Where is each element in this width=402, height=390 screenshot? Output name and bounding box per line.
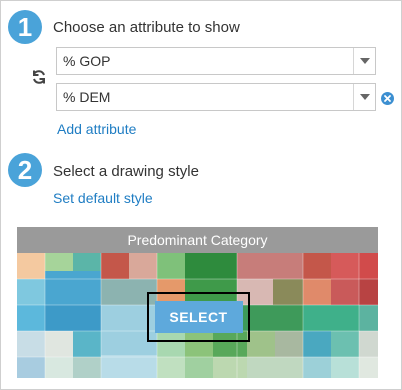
attribute-select-1-value: % GOP: [63, 53, 111, 69]
add-attribute-link[interactable]: Add attribute: [57, 121, 136, 137]
chevron-down-icon: [353, 84, 375, 110]
set-default-style-link[interactable]: Set default style: [53, 190, 153, 206]
attribute-select-2[interactable]: % DEM: [56, 83, 376, 111]
select-button-highlight: SELECT: [147, 292, 250, 342]
refresh-icon[interactable]: [30, 68, 48, 86]
step-1-title: Choose an attribute to show: [53, 19, 240, 36]
close-circle-icon[interactable]: [380, 91, 394, 105]
style-card-title: Predominant Category: [127, 232, 268, 248]
step-1-badge: 1: [8, 10, 42, 44]
select-style-button[interactable]: SELECT: [154, 301, 243, 333]
step-2-number: 2: [17, 155, 33, 185]
attribute-select-2-value: % DEM: [63, 89, 111, 105]
step-2-badge: 2: [8, 153, 42, 187]
attribute-select-1[interactable]: % GOP: [56, 47, 376, 75]
chevron-down-icon: [353, 48, 375, 74]
step-2-title: Select a drawing style: [53, 163, 199, 180]
step-1-number: 1: [17, 12, 33, 42]
